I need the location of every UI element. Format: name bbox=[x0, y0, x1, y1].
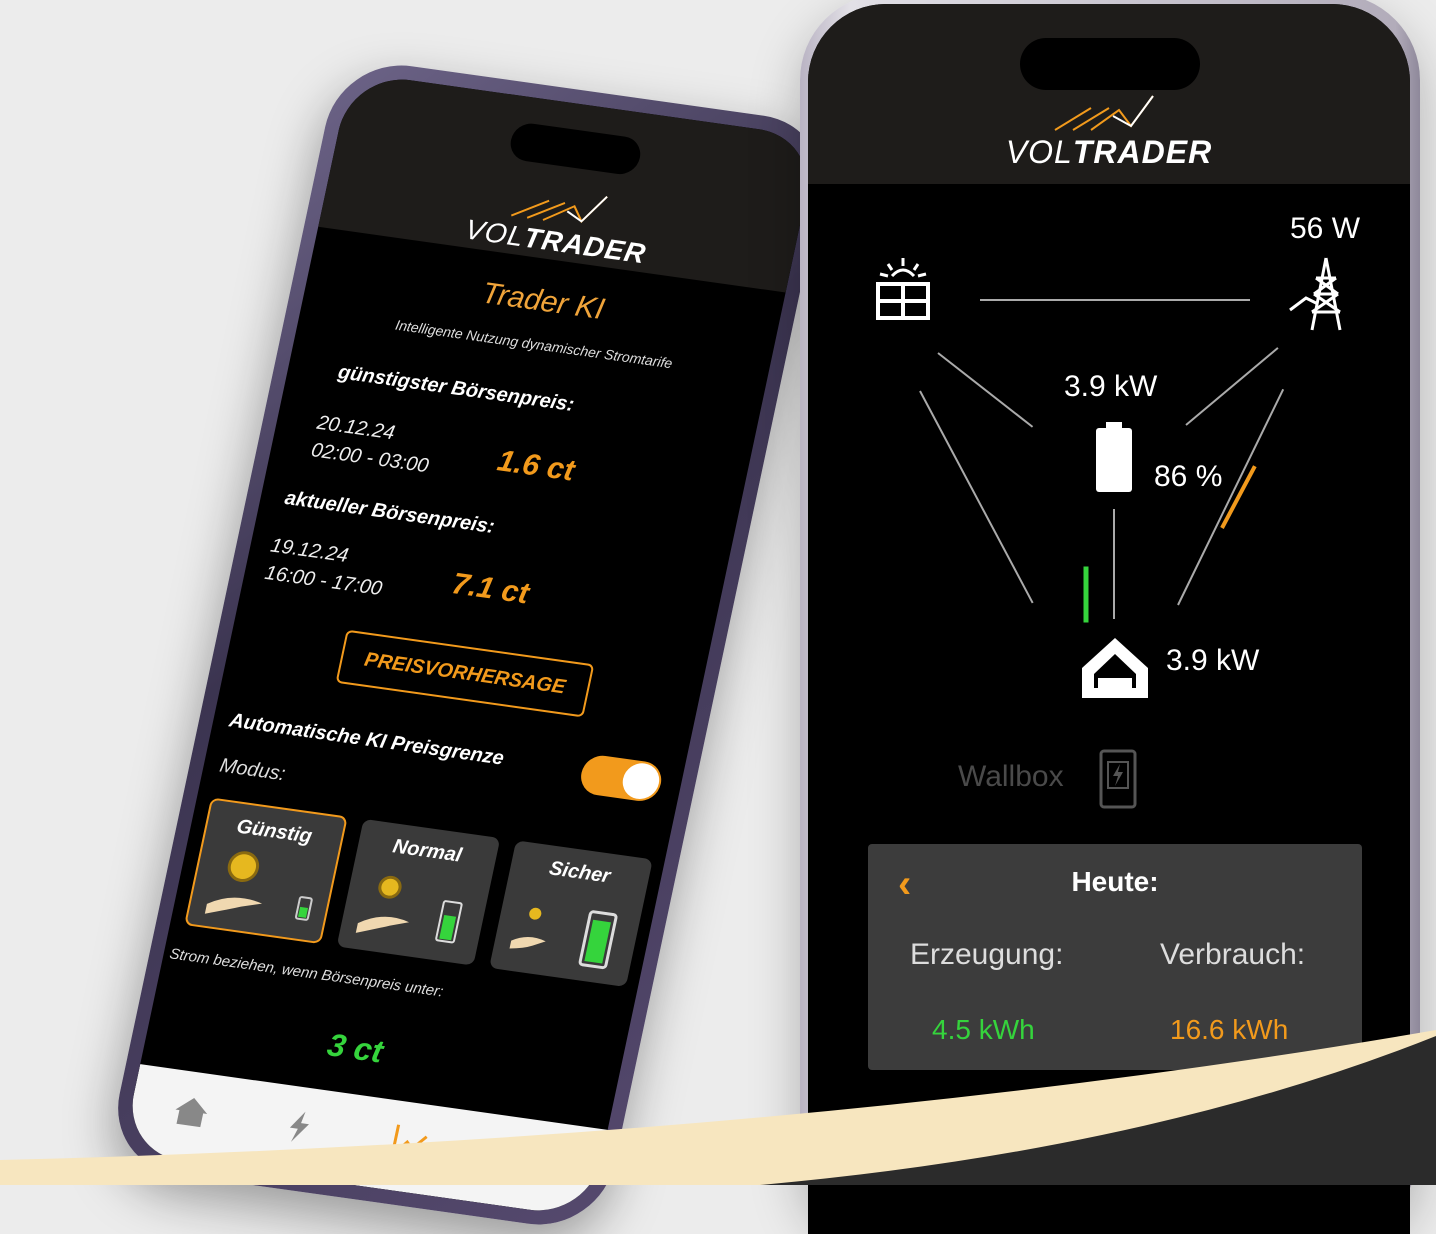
decorative-background-curve bbox=[0, 1030, 1436, 1185]
